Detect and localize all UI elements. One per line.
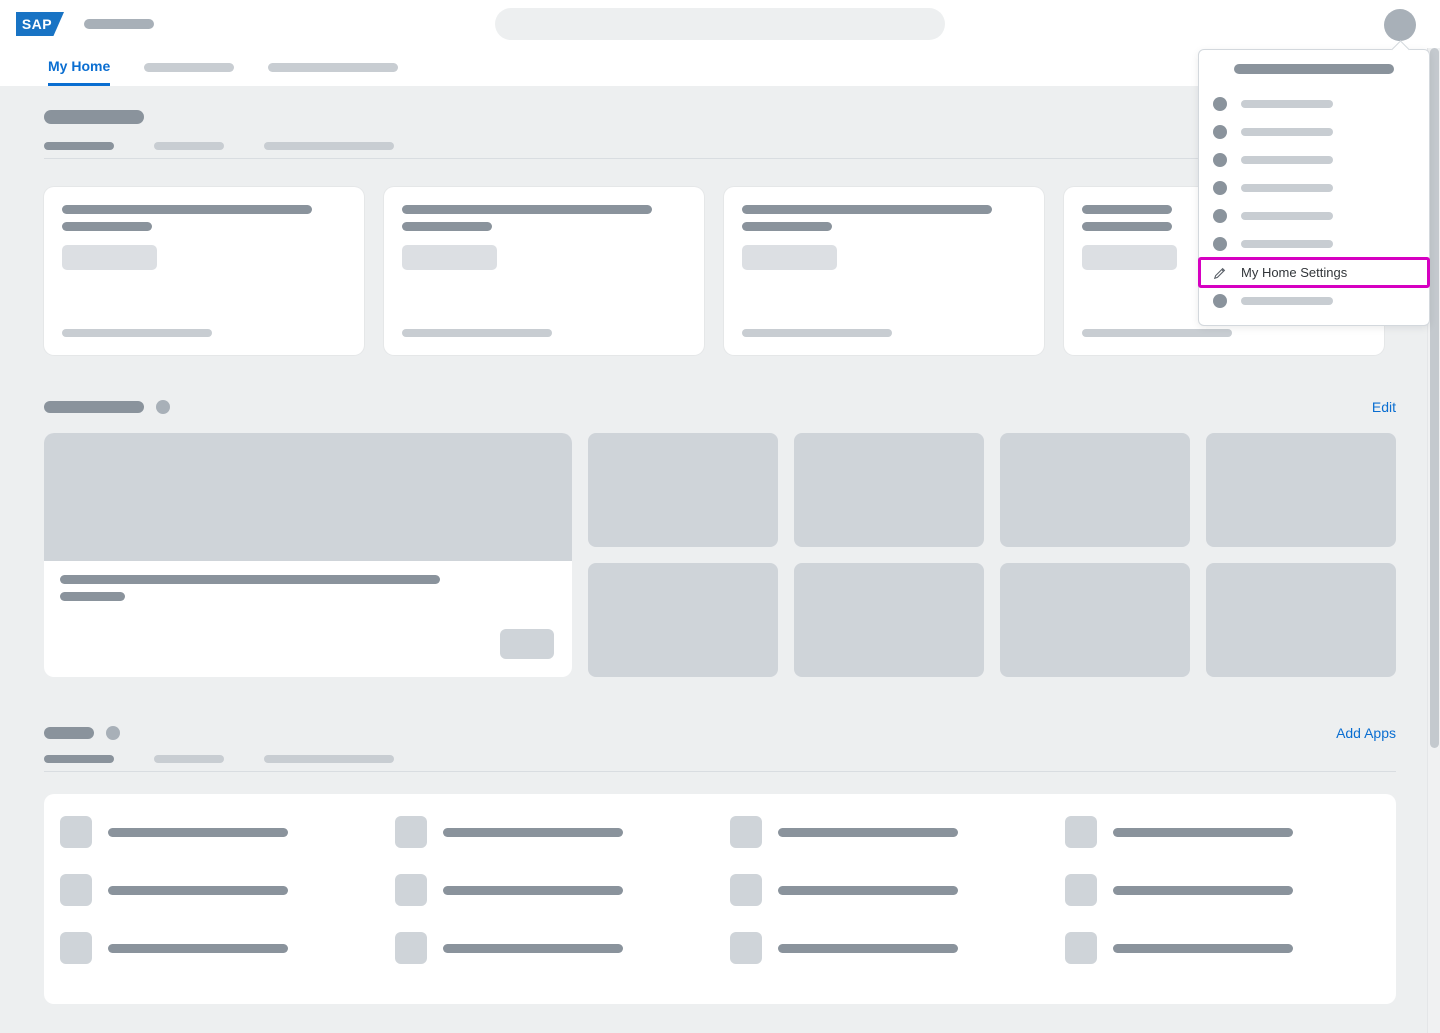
section-title-placeholder [44, 727, 94, 739]
user-menu: My Home Settings [1198, 49, 1430, 326]
user-menu-item[interactable] [1199, 118, 1429, 146]
section-header: Add Apps [44, 725, 1396, 741]
mini-tile-grid [588, 433, 1396, 677]
filter-tabs [44, 142, 1396, 159]
edit-button[interactable]: Edit [1372, 399, 1396, 415]
cards-row [44, 187, 1396, 355]
app-item[interactable] [395, 874, 710, 906]
filter-tab[interactable] [264, 755, 394, 763]
user-menu-header [1199, 50, 1429, 86]
content-card[interactable] [724, 187, 1044, 355]
user-menu-item[interactable] [1199, 202, 1429, 230]
user-menu-item[interactable] [1199, 174, 1429, 202]
scrollbar-thumb[interactable] [1430, 48, 1439, 748]
app-item[interactable] [395, 932, 710, 964]
section-title-placeholder [44, 401, 144, 413]
tab-my-home[interactable]: My Home [48, 48, 110, 86]
app-item[interactable] [60, 816, 375, 848]
app-item[interactable] [1065, 874, 1380, 906]
user-menu-item-label: My Home Settings [1241, 265, 1347, 280]
app-item[interactable] [730, 932, 1045, 964]
app-item[interactable] [1065, 816, 1380, 848]
mini-tile[interactable] [794, 433, 984, 547]
mini-tile[interactable] [588, 563, 778, 677]
featured-card[interactable] [44, 433, 572, 677]
user-menu-item-my-home-settings[interactable]: My Home Settings [1199, 258, 1429, 287]
count-badge-placeholder [156, 400, 170, 414]
app-item[interactable] [1065, 932, 1380, 964]
filter-tabs [44, 755, 1396, 772]
count-badge-placeholder [106, 726, 120, 740]
mini-tile[interactable] [1206, 563, 1396, 677]
app-header: SAP [0, 0, 1440, 48]
app-item[interactable] [60, 874, 375, 906]
section-title-placeholder [44, 110, 144, 124]
tab-placeholder[interactable] [144, 48, 234, 86]
user-avatar[interactable] [1384, 9, 1416, 41]
section-header: Edit [44, 399, 1396, 415]
card-action-button[interactable] [500, 629, 554, 659]
filter-tab-active[interactable] [44, 142, 114, 150]
app-item[interactable] [60, 932, 375, 964]
apps-panel [44, 794, 1396, 1004]
content-card[interactable] [384, 187, 704, 355]
filter-tab[interactable] [154, 142, 224, 150]
card-image-placeholder [44, 433, 572, 561]
user-menu-item[interactable] [1199, 90, 1429, 118]
user-menu-item[interactable] [1199, 146, 1429, 174]
insights-grid [44, 433, 1396, 677]
app-item[interactable] [730, 816, 1045, 848]
pencil-icon [1213, 266, 1227, 280]
app-item[interactable] [730, 874, 1045, 906]
user-menu-item[interactable] [1199, 230, 1429, 258]
mini-tile[interactable] [794, 563, 984, 677]
content-card[interactable] [44, 187, 364, 355]
tab-placeholder[interactable] [268, 48, 398, 86]
app-title-placeholder [84, 19, 154, 29]
mini-tile[interactable] [588, 433, 778, 547]
mini-tile[interactable] [1000, 563, 1190, 677]
app-item[interactable] [395, 816, 710, 848]
mini-tile[interactable] [1206, 433, 1396, 547]
user-menu-list: My Home Settings [1199, 86, 1429, 319]
filter-tab-active[interactable] [44, 755, 114, 763]
search-input[interactable] [495, 8, 945, 40]
sap-logo[interactable]: SAP [16, 12, 64, 36]
add-apps-button[interactable]: Add Apps [1336, 725, 1396, 741]
mini-tile[interactable] [1000, 433, 1190, 547]
user-menu-item[interactable] [1199, 287, 1429, 315]
filter-tab[interactable] [264, 142, 394, 150]
filter-tab[interactable] [154, 755, 224, 763]
